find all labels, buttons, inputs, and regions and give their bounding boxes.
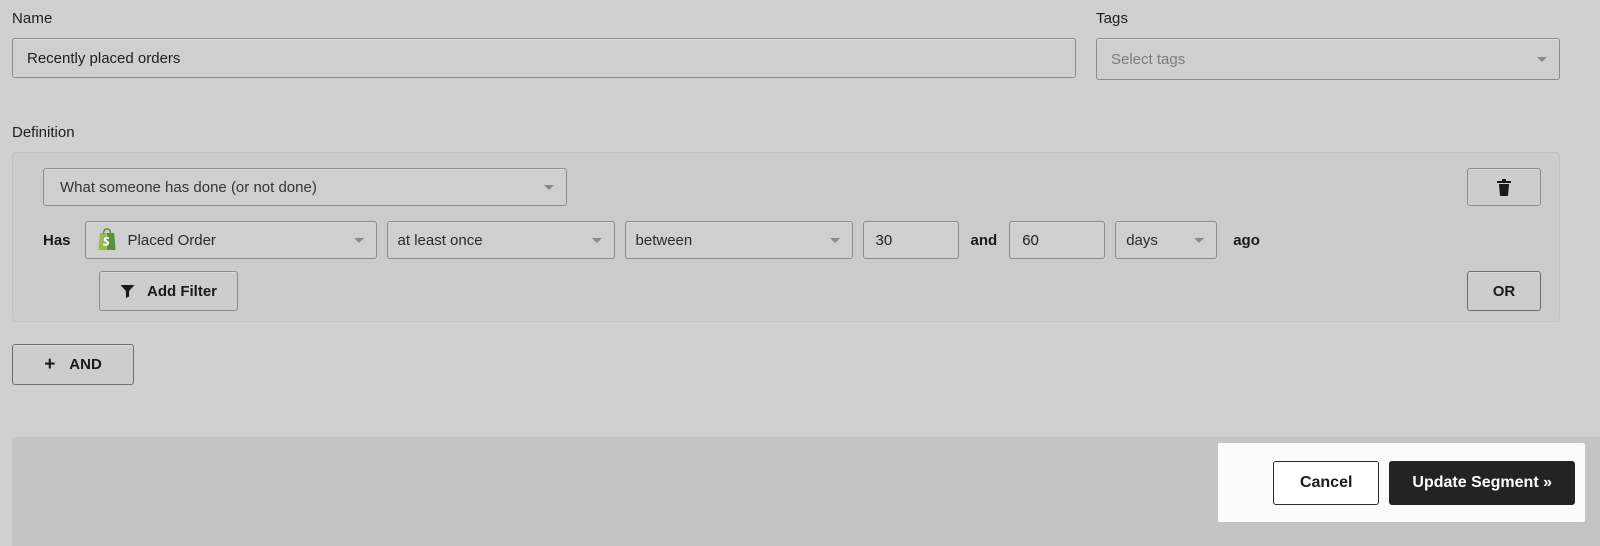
time-unit-select[interactable]: days (1115, 221, 1218, 259)
metric-select[interactable]: Placed Order (84, 221, 377, 259)
chevron-down-icon (1537, 57, 1547, 62)
filter-condition-row: Has Placed Order at least once between 3… (43, 221, 1260, 259)
delete-condition-button[interactable] (1467, 168, 1541, 206)
name-label: Name (12, 10, 53, 27)
metric-value: Placed Order (127, 231, 216, 249)
chevron-down-icon (544, 185, 554, 190)
operator-value: between (635, 231, 693, 249)
shopify-bag-icon (97, 228, 116, 250)
segment-editor-page: Name Tags Select tags Definition What so… (0, 0, 1600, 546)
chevron-down-icon (829, 238, 840, 243)
add-filter-button[interactable]: Add Filter (99, 271, 238, 311)
value-from-input[interactable] (862, 221, 959, 259)
and-label: AND (69, 356, 102, 373)
add-filter-label: Add Filter (147, 282, 217, 300)
name-field-group: Name (12, 10, 1076, 78)
value-to-input[interactable] (1009, 221, 1106, 259)
conjunction-label: and (970, 231, 998, 249)
trash-icon (1497, 178, 1511, 196)
tags-select[interactable]: Select tags (1096, 38, 1560, 80)
plus-icon: + (44, 354, 56, 375)
tags-label: Tags (1096, 10, 1129, 27)
tags-field-group: Tags Select tags (1096, 10, 1560, 80)
tags-placeholder: Select tags (1111, 50, 1186, 68)
or-button[interactable]: OR (1467, 271, 1541, 311)
segment-name-input[interactable] (12, 38, 1076, 78)
funnel-icon (120, 285, 135, 298)
top-fields-row: Name Tags Select tags (0, 0, 1600, 100)
cancel-button[interactable]: Cancel (1272, 460, 1380, 505)
condition-type-select[interactable]: What someone has done (or not done) (43, 168, 567, 206)
row-suffix-label: ago (1233, 231, 1260, 249)
frequency-select[interactable]: at least once (386, 221, 615, 259)
chevron-down-icon (353, 238, 364, 243)
update-segment-button[interactable]: Update Segment » (1389, 460, 1575, 505)
definition-panel: What someone has done (or not done) Has … (12, 152, 1560, 322)
condition-type-value: What someone has done (or not done) (60, 178, 317, 196)
footer-actions: Cancel Update Segment » (1218, 443, 1585, 522)
or-label: OR (1492, 282, 1516, 300)
definition-label: Definition (12, 124, 75, 141)
time-unit-value: days (1126, 231, 1158, 249)
operator-select[interactable]: between (624, 221, 853, 259)
row-prefix-label: Has (43, 231, 71, 249)
frequency-value: at least once (397, 231, 483, 249)
add-and-group-button[interactable]: + AND (12, 344, 134, 385)
chevron-down-icon (1194, 238, 1205, 243)
chevron-down-icon (591, 238, 602, 243)
